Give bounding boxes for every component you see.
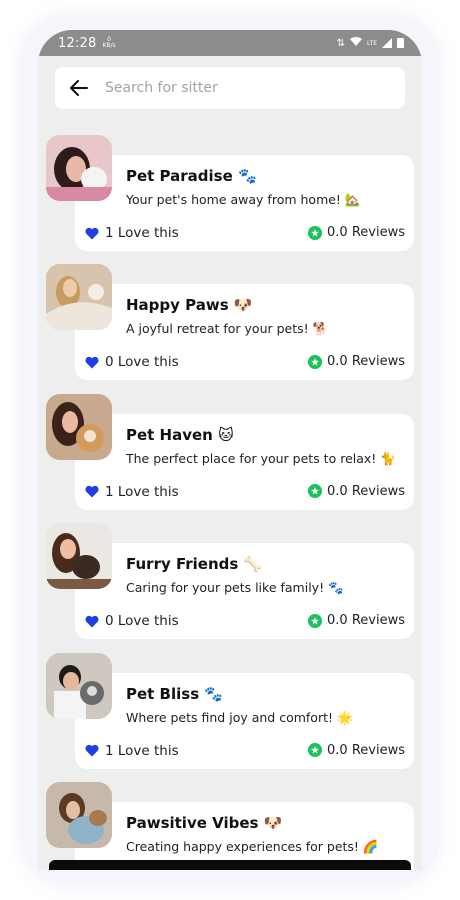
reviews-count[interactable]: 0.0 Reviews [308, 225, 405, 240]
sitter-photo [46, 523, 112, 590]
sitter-list: Pet Paradise 🐾 Your pet's home away from… [38, 130, 422, 870]
sitter-tagline: Where pets find joy and comfort! 🌟 [126, 709, 353, 725]
status-time: 12:28 [58, 35, 97, 51]
sitter-name: Pawsitive Vibes 🐶 [126, 813, 283, 832]
vibrate-icon: ⇅ [336, 37, 346, 49]
sitter-tagline: A joyful retreat for your pets! 🐕 [126, 321, 329, 337]
reviews-label: 0.0 Reviews [327, 354, 405, 370]
sitter-card[interactable]: Pet Haven 🐱 The perfect place for your p… [38, 389, 422, 518]
wifi-icon [350, 36, 363, 50]
reviews-label: 0.0 Reviews [327, 613, 405, 629]
reviews-label: 0.0 Reviews [327, 225, 405, 240]
love-label: 0 Love this [105, 354, 179, 371]
love-label: 0 Love this [105, 613, 179, 630]
love-count[interactable]: 0 Love this [85, 613, 179, 629]
love-count[interactable]: 1 Love this [85, 484, 179, 500]
reviews-count[interactable]: 0.0 Reviews [308, 743, 405, 758]
heart-icon [85, 615, 99, 628]
sitter-card[interactable]: Pet Bliss 🐾 Where pets find joy and comf… [38, 648, 422, 777]
star-badge-icon [308, 613, 323, 628]
sitter-photo [46, 393, 112, 460]
app-screen: 12:28 0 KB/s ⇅ LTE Pet P [38, 30, 422, 870]
back-arrow-icon[interactable] [69, 78, 89, 98]
reviews-count[interactable]: 0.0 Reviews [308, 484, 405, 499]
love-count[interactable]: 1 Love this [85, 743, 179, 759]
sitter-photo [46, 135, 112, 201]
sitter-tagline: Creating happy experiences for pets! 🌈 [126, 838, 379, 854]
love-count[interactable]: 1 Love this [85, 225, 179, 241]
heart-icon [85, 744, 99, 757]
love-label: 1 Love this [105, 742, 179, 759]
sitter-name: Pet Paradise 🐾 [126, 167, 257, 185]
sitter-tagline: Caring for your pets like family! 🐾 [126, 580, 344, 596]
love-label: 1 Love this [105, 483, 179, 500]
reviews-count[interactable]: 0.0 Reviews [308, 613, 405, 628]
star-badge-icon [308, 225, 323, 240]
status-bar: 12:28 0 KB/s ⇅ LTE [38, 30, 422, 56]
sitter-name: Happy Paws 🐶 [126, 296, 253, 315]
reviews-label: 0.0 Reviews [327, 483, 405, 499]
star-badge-icon [308, 743, 323, 758]
sitter-card[interactable]: Pet Paradise 🐾 Your pet's home away from… [38, 130, 422, 259]
love-count[interactable]: 0 Love this [85, 354, 179, 370]
sitter-photo [46, 781, 112, 848]
reviews-label: 0.0 Reviews [327, 742, 405, 758]
star-badge-icon [308, 484, 323, 499]
network-speed: 0 KB/s [102, 36, 116, 49]
heart-icon [85, 356, 99, 369]
search-bar [55, 67, 405, 109]
sitter-card[interactable]: Pawsitive Vibes 🐶 Creating happy experie… [38, 777, 422, 870]
sitter-photo [46, 264, 112, 331]
battery-icon [397, 38, 404, 48]
signal-icon [382, 38, 392, 48]
sitter-name: Furry Friends 🦴 [126, 555, 263, 574]
heart-icon [85, 227, 99, 240]
sitter-card[interactable]: Happy Paws 🐶 A joyful retreat for your p… [38, 259, 422, 388]
bottom-bar [49, 860, 411, 870]
sitter-name: Pet Haven 🐱 [126, 425, 234, 444]
love-label: 1 Love this [105, 225, 179, 241]
sitter-photo [46, 652, 112, 719]
search-input[interactable] [103, 79, 387, 97]
heart-icon [85, 485, 99, 498]
star-badge-icon [308, 354, 323, 369]
sitter-card[interactable]: Furry Friends 🦴 Caring for your pets lik… [38, 518, 422, 647]
sitter-tagline: Your pet's home away from home! 🏡 [126, 192, 361, 207]
sitter-tagline: The perfect place for your pets to relax… [126, 450, 396, 466]
reviews-count[interactable]: 0.0 Reviews [308, 354, 405, 369]
network-type: LTE [367, 39, 377, 47]
sitter-name: Pet Bliss 🐾 [126, 684, 224, 703]
